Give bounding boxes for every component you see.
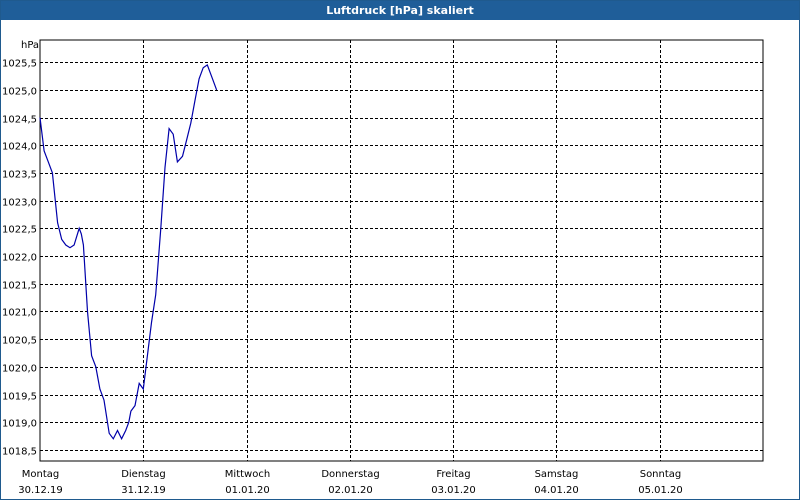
y-tick-label: 1023,5 (2, 170, 37, 181)
y-tick-label: 1018,5 (2, 447, 37, 458)
pressure-chart: 1018,5 1019,0 1019,5 1020,0 1020,5 1021,0 1021… (2, 39, 764, 496)
x-axis-ticks: Montag 30.12.19 Dienstag 31.12.19 Mittwoch 01… (18, 469, 683, 496)
x-tick-date-label: 02.01.20 (328, 485, 373, 496)
y-tick-label: 1019,0 (2, 419, 37, 430)
y-tick-label: 1020,0 (2, 364, 37, 375)
y-tick-label: 1021,5 (2, 281, 37, 292)
y-tick-label: 1020,5 (2, 336, 37, 347)
x-tick-day-label: Montag (22, 469, 59, 480)
y-tick-label: 1019,5 (2, 392, 37, 403)
x-tick-day-label: Donnerstag (321, 469, 379, 480)
y-axis-unit-label: hPa (21, 40, 39, 51)
x-tick-day-label: Mittwoch (225, 469, 270, 480)
x-tick-day-label: Freitag (436, 469, 470, 480)
y-tick-label: 1022,0 (2, 253, 37, 264)
y-tick-label: 1022,5 (2, 225, 37, 236)
y-tick-label: 1025,0 (2, 87, 37, 98)
x-tick-date-label: 01.01.20 (225, 485, 270, 496)
y-tick-label: 1021,0 (2, 308, 37, 319)
x-tick-date-label: 31.12.19 (121, 485, 166, 496)
y-tick-label: 1024,0 (2, 142, 37, 153)
y-axis-ticks: 1018,5 1019,0 1019,5 1020,0 1020,5 1021,0 1021… (2, 59, 37, 458)
y-tick-label: 1024,5 (2, 115, 37, 126)
x-tick-date-label: 03.01.20 (431, 485, 476, 496)
x-tick-day-label: Sonntag (640, 469, 682, 480)
x-tick-date-label: 04.01.20 (534, 485, 579, 496)
y-tick-label: 1023,0 (2, 198, 37, 209)
x-tick-date-label: 30.12.19 (18, 485, 63, 496)
y-tick-label: 1025,5 (2, 59, 37, 70)
x-tick-day-label: Dienstag (121, 469, 166, 480)
plot-area-border (39, 39, 764, 462)
x-tick-date-label: 05.01.20 (638, 485, 683, 496)
x-tick-day-label: Samstag (535, 469, 579, 480)
